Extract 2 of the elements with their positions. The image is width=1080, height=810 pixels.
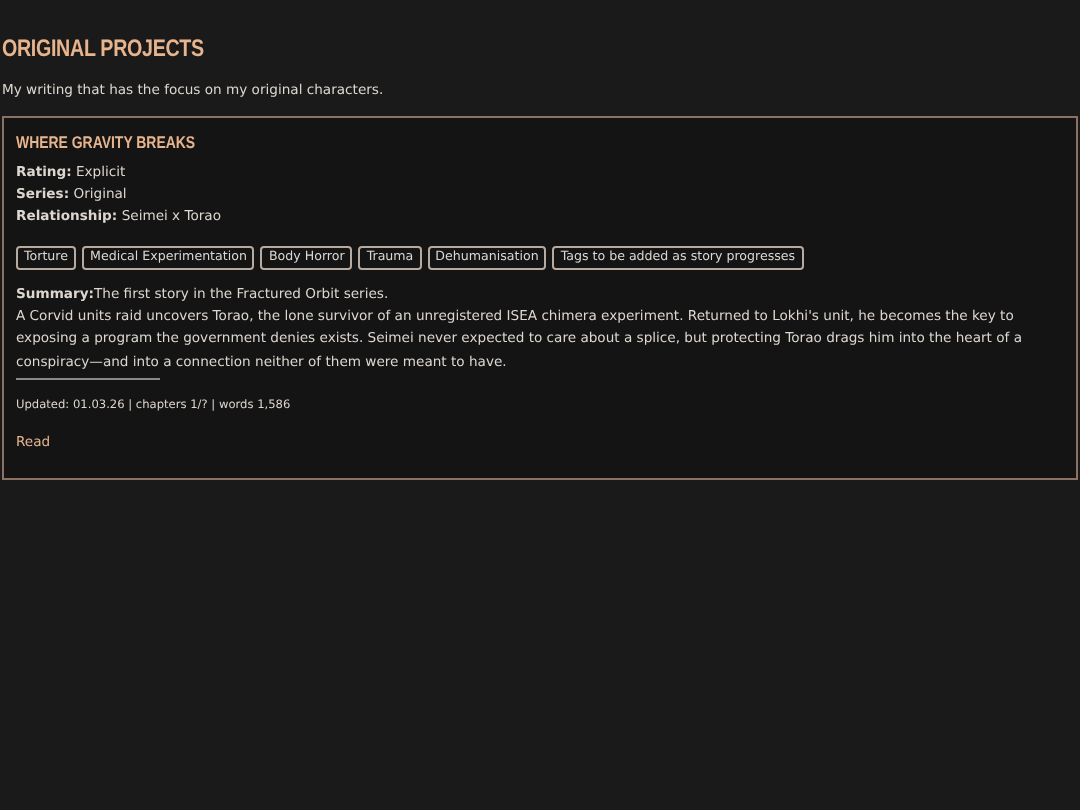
page-title: ORIGINAL PROJECTS — [2, 34, 206, 62]
work-title: WHERE GRAVITY BREAKS — [16, 132, 198, 152]
